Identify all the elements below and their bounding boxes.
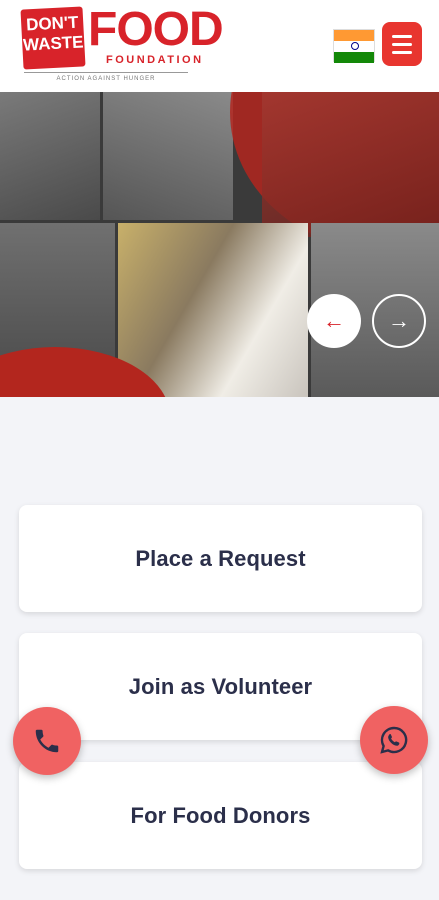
whatsapp-button[interactable]: [360, 706, 428, 774]
hamburger-menu-icon: [392, 34, 412, 38]
india-flag-icon[interactable]: [333, 29, 375, 63]
hamburger-menu-button[interactable]: [382, 22, 422, 66]
call-button[interactable]: [13, 707, 81, 775]
whatsapp-icon: [380, 726, 408, 754]
carousel-photo: [103, 92, 233, 220]
carousel-photo: [262, 92, 439, 237]
logo-text-food: FOOD: [88, 3, 224, 56]
join-volunteer-label: Join as Volunteer: [128, 673, 313, 699]
site-header: DON'T WASTE FOOD FOUNDATION ACTION AGAIN…: [0, 0, 439, 92]
food-donors-button[interactable]: For Food Donors: [19, 762, 422, 869]
dont-waste-food-logo[interactable]: DON'T WASTE FOOD FOUNDATION ACTION AGAIN…: [18, 3, 224, 86]
food-donors-label: For Food Donors: [130, 802, 311, 828]
logo-badge: DON'T WASTE: [20, 6, 86, 70]
logo-text-foundation: FOUNDATION: [106, 54, 204, 66]
place-request-label: Place a Request: [135, 545, 306, 571]
arrow-left-icon: ←: [323, 308, 345, 333]
place-request-button[interactable]: Place a Request: [19, 505, 422, 612]
phone-icon: [35, 729, 59, 753]
carousel-prev-button[interactable]: ←: [307, 294, 361, 348]
carousel-photo-main: [118, 223, 308, 397]
logo-tagline: ACTION AGAINST HUNGER: [24, 72, 188, 82]
join-volunteer-button[interactable]: Join as Volunteer: [19, 633, 422, 740]
hero-carousel: ← →: [0, 92, 439, 397]
carousel-next-button[interactable]: →: [372, 294, 426, 348]
carousel-photo: [0, 92, 100, 220]
logo-text-waste: WASTE: [22, 32, 84, 55]
arrow-right-icon: →: [388, 308, 410, 333]
